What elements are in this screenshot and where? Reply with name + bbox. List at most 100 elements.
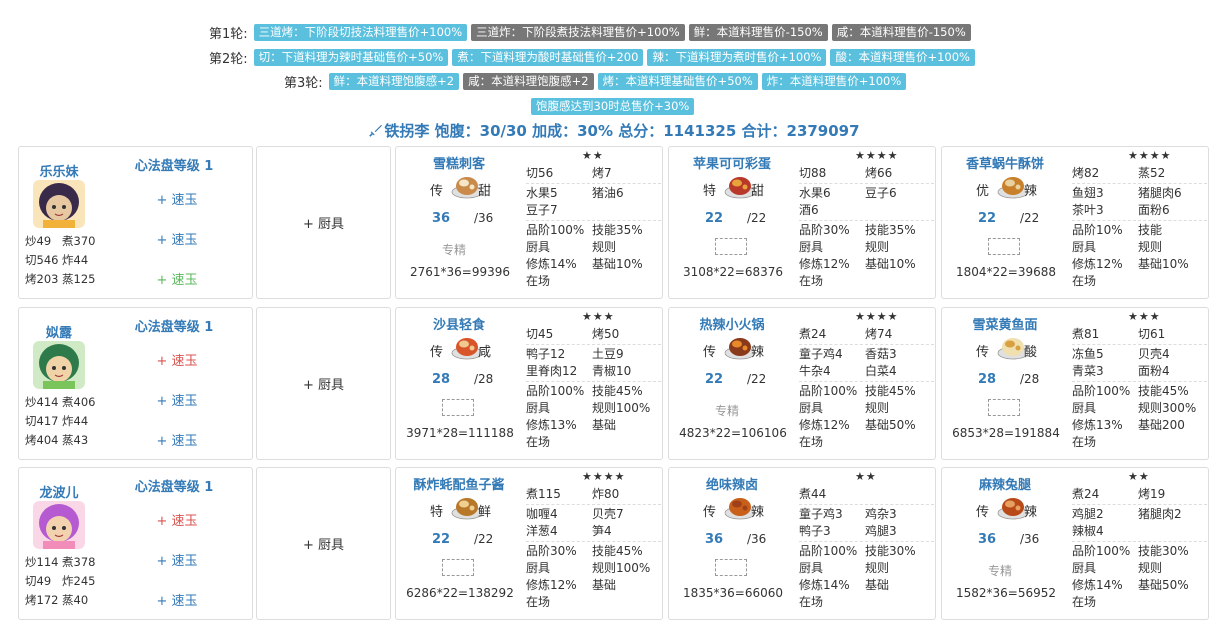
rule-line-1: 第1轮: 三道烤：下阶段切技法料理售价+100% 三道炸：下阶段煮技法料理售价+… xyxy=(209,23,971,42)
recipe-quantity[interactable]: 22 xyxy=(705,372,723,387)
recipe-quantity[interactable]: 36 xyxy=(978,532,996,547)
detail-row: 切56 烤7 xyxy=(526,165,661,182)
detail-value: 蒸52 xyxy=(1138,166,1166,180)
detail-value: 烤19 xyxy=(1138,487,1166,501)
recipe-quantity-max: /22 xyxy=(474,532,494,546)
equip-jade-button[interactable]: + 速玉 xyxy=(137,510,217,529)
detail-row: 鱼翅3 猪腿肉6 xyxy=(1072,185,1207,202)
recipe-details: 烤82 蒸52 鱼翅3 猪腿肉6 茶叶3 面粉6 品阶10% 技能 厨具 规则 修炼12% 基础10%… xyxy=(1072,165,1207,290)
skill-stat: 煮370 xyxy=(62,234,96,248)
detail-value: 鸭子12 xyxy=(526,347,566,361)
chef-skill-stats: 炒414 煮406 切417 炸44 烤404 蒸43 xyxy=(25,393,95,450)
skill-stat-row: 切417 炸44 xyxy=(25,412,95,431)
detail-value: 厨具 xyxy=(799,401,824,415)
recipe-quantity[interactable]: 28 xyxy=(432,372,450,387)
detail-row: 在场 xyxy=(799,594,934,611)
detail-value: 香菇3 xyxy=(865,347,897,361)
recipe-score-formula: 3971*28=111188 xyxy=(406,426,514,440)
recipe-quantity[interactable]: 22 xyxy=(705,211,723,226)
detail-value: 切88 xyxy=(799,166,827,180)
detail-row: 在场 xyxy=(1072,273,1207,290)
detail-row: 品阶100% 技能30% xyxy=(799,543,934,560)
chef-name[interactable]: 姒露 xyxy=(19,322,99,341)
kitchen-tool-slot[interactable]: + 厨具 xyxy=(256,307,391,460)
recipe-details: 煮115 炸80 咖喱4 贝壳7 洋葱4 笋4 品阶30% 技能45% 厨具 规则100% 修炼12… xyxy=(526,486,661,611)
rule-tag: 炸：本道料理售价+100% xyxy=(761,72,907,90)
detail-value: 炸80 xyxy=(592,487,620,501)
detail-row: 修炼12% 基础10% xyxy=(799,256,934,273)
recipe-stars: ★★★ xyxy=(582,310,615,323)
equip-jade-button[interactable]: + 速玉 xyxy=(137,350,217,369)
equip-jade-button[interactable]: + 速玉 xyxy=(137,390,217,409)
rule-tag: 三道烤：下阶段切技法料理售价+100% xyxy=(253,23,468,41)
skill-stat-row: 炒414 煮406 xyxy=(25,393,95,412)
detail-value: 品阶10% xyxy=(1072,223,1123,237)
add-tool-label[interactable]: + 厨具 xyxy=(303,213,344,232)
kitchen-tool-slot[interactable]: + 厨具 xyxy=(256,146,391,299)
skill-stat: 炒114 xyxy=(25,555,59,569)
detail-value: 切45 xyxy=(526,327,554,341)
detail-value: 切61 xyxy=(1138,327,1166,341)
detail-row: 厨具 规则 xyxy=(799,239,934,256)
detail-value: 修炼13% xyxy=(526,418,577,432)
detail-divider xyxy=(526,381,661,382)
equip-jade-button[interactable]: + 速玉 xyxy=(137,550,217,569)
detail-row: 童子鸡4 香菇3 xyxy=(799,346,934,363)
recipe-score-formula: 1804*22=39688 xyxy=(955,265,1057,279)
detail-value: 笋4 xyxy=(592,524,612,538)
detail-value: 基础200 xyxy=(1138,418,1185,432)
recipe-card: 雪糕刺客 ★★ 传甜 36/36 专精 2761*36=99396 切56 烤7 水果5 猪油6 豆… xyxy=(395,146,663,299)
rule-label: 第1轮: xyxy=(209,26,248,42)
detail-row: 辣椒4 xyxy=(1072,523,1207,540)
detail-value: 茶叶3 xyxy=(1072,203,1104,217)
detail-row: 水果5 猪油6 xyxy=(526,185,661,202)
chef-name[interactable]: 乐乐妹 xyxy=(19,161,99,180)
rule-tag: 鲜：本道料理售价-150% xyxy=(688,23,828,41)
detail-value: 规则100% xyxy=(592,561,651,575)
equip-jade-button[interactable]: + 速玉 xyxy=(137,430,217,449)
recipe-quantity[interactable]: 36 xyxy=(705,532,723,547)
detail-divider xyxy=(799,183,934,184)
heart-disc-level[interactable]: 心法盘等级 1 xyxy=(119,316,229,335)
add-tool-label[interactable]: + 厨具 xyxy=(303,374,344,393)
heart-disc-level[interactable]: 心法盘等级 1 xyxy=(119,155,229,174)
detail-divider xyxy=(526,183,661,184)
detail-row: 在场 xyxy=(1072,594,1207,611)
equip-jade-button[interactable]: + 速玉 xyxy=(137,189,217,208)
detail-value: 白菜4 xyxy=(865,364,897,378)
detail-value: 在场 xyxy=(1072,435,1097,449)
summary-text: 铁拐李 饱腹：30/30 加成：30% 总分：1141325 合计：237909… xyxy=(384,122,860,140)
equip-jade-button[interactable]: + 速玉 xyxy=(137,229,217,248)
recipe-quantity[interactable]: 36 xyxy=(432,211,450,226)
heart-disc-level[interactable]: 心法盘等级 1 xyxy=(119,476,229,495)
detail-value: 豆子7 xyxy=(526,203,558,217)
skill-stat: 切49 xyxy=(25,574,52,588)
detail-row: 煮44 xyxy=(799,486,934,503)
detail-value: 修炼12% xyxy=(526,578,577,592)
add-tool-label[interactable]: + 厨具 xyxy=(303,534,344,553)
equip-jade-button[interactable]: + 速玉 xyxy=(137,590,217,609)
broken-image-icon xyxy=(988,238,1020,255)
recipe-quantity[interactable]: 22 xyxy=(978,211,996,226)
recipe-quantity[interactable]: 28 xyxy=(978,372,996,387)
recipe-rarity: 传 xyxy=(703,345,717,360)
detail-value: 修炼14% xyxy=(526,257,577,271)
skill-stat: 炒49 xyxy=(25,234,52,248)
rule-tag: 切：下道料理为辣时基础售价+50% xyxy=(253,48,449,66)
recipe-quantity[interactable]: 22 xyxy=(432,532,450,547)
detail-row: 酒6 xyxy=(799,202,934,219)
detail-value: 品阶30% xyxy=(799,223,850,237)
skill-stat-row: 炒49 煮370 xyxy=(25,232,95,251)
recipe-card: 雪菜黄鱼面 ★★★ 传酸 28/28 6853*28=191884 煮81 切61 冻鱼5 贝壳… xyxy=(941,307,1209,460)
recipe-card: 沙县轻食 ★★★ 传咸 28/28 3971*28=111188 切45 烤50 鸭子12 土豆… xyxy=(395,307,663,460)
detail-value: 烤74 xyxy=(865,327,893,341)
detail-value: 规则100% xyxy=(592,401,651,415)
detail-row: 水果6 豆子6 xyxy=(799,185,934,202)
equip-jade-button[interactable]: + 速玉 xyxy=(137,269,217,288)
detail-value: 辣椒4 xyxy=(1072,524,1104,538)
chef-name[interactable]: 龙波儿 xyxy=(19,482,99,501)
kitchen-tool-slot[interactable]: + 厨具 xyxy=(256,467,391,620)
detail-value: 规则 xyxy=(1138,240,1163,254)
recipe-details: 切45 烤50 鸭子12 土豆9 里脊肉12 青椒10 品阶100% 技能45% 厨具 规则100… xyxy=(526,326,661,451)
recipe-card: 热辣小火锅 ★★★★ 传辣 22/22 专精 4823*22=106106 煮24 烤74 童子… xyxy=(668,307,936,460)
